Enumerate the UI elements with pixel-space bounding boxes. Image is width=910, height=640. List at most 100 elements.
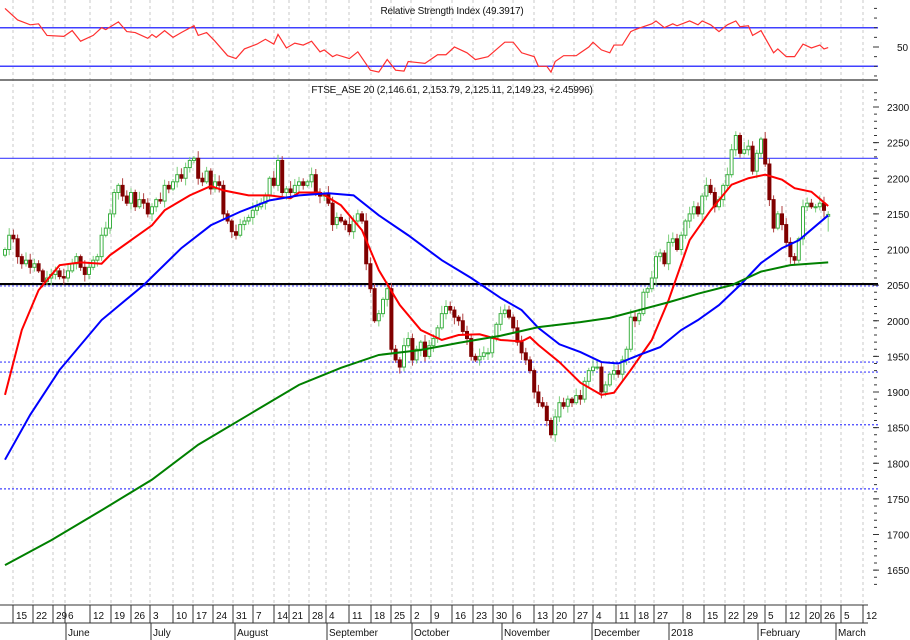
candle-down: [196, 151, 201, 185]
candle-body: [742, 149, 747, 154]
candle-body: [124, 195, 129, 204]
candle-body: [129, 192, 133, 204]
candle-up: [582, 377, 587, 403]
x-tick-label: 17: [196, 611, 208, 622]
candle-up: [477, 348, 482, 366]
candle-body: [393, 348, 398, 361]
rsi-panel: [0, 7, 878, 81]
candle-up: [175, 166, 180, 188]
candle-up: [305, 179, 310, 188]
candle-body: [406, 338, 411, 347]
candle-down: [28, 253, 33, 274]
candle-body: [15, 238, 20, 258]
price-tick-label: 1850: [887, 424, 910, 435]
candle-body: [439, 313, 444, 329]
candle-down: [578, 389, 583, 405]
candle-down: [708, 178, 713, 195]
candle-body: [725, 174, 730, 186]
candle-body: [557, 402, 562, 418]
candle-body: [179, 174, 184, 179]
candle-body: [549, 420, 553, 436]
candle-up: [162, 179, 167, 208]
x-tick-label: 21: [292, 611, 304, 622]
x-tick-label: 5: [844, 611, 850, 622]
price-tick-label: 1950: [887, 352, 910, 363]
candle-body: [780, 213, 784, 226]
candle-body: [490, 338, 495, 354]
candle-down: [507, 305, 511, 320]
candle-body: [591, 366, 595, 372]
candle-up: [70, 258, 75, 274]
candle-body: [217, 181, 222, 186]
candle-up: [742, 141, 747, 156]
candle-up: [66, 264, 70, 283]
candle-up: [292, 178, 297, 196]
candle-body: [234, 231, 238, 236]
candle-up: [775, 211, 780, 231]
x-tick-label: 29: [56, 611, 68, 622]
candle-up: [129, 188, 133, 210]
candle-body: [250, 209, 255, 218]
candle-down: [544, 401, 549, 427]
candle-body: [3, 249, 7, 256]
candle-body: [498, 313, 503, 325]
candle-down: [616, 364, 621, 378]
candle-up: [171, 178, 175, 192]
candle-up: [204, 166, 209, 184]
candle-up: [444, 300, 448, 320]
candle-body: [704, 184, 709, 197]
candle-up: [150, 203, 154, 221]
candle-body: [683, 220, 688, 236]
candle-body: [313, 174, 318, 193]
candle-body: [599, 366, 604, 393]
x-tick-label: 12: [93, 611, 105, 622]
candle-up: [670, 232, 675, 247]
candle-body: [452, 309, 457, 318]
candle-body: [40, 270, 45, 283]
candle-up: [213, 173, 217, 193]
candle-body: [297, 181, 301, 186]
candle-body: [578, 395, 583, 400]
candle-body: [246, 216, 251, 222]
stock-chart: 50 2300 2250 2200 2150 2100 2050 2000 1950 1900 18…: [0, 0, 910, 640]
candle-body: [515, 327, 520, 343]
candle-down: [301, 178, 306, 190]
candle-up: [238, 218, 243, 238]
candle-body: [595, 366, 600, 369]
price-tick-label: 1800: [887, 459, 910, 470]
candle-body: [675, 238, 679, 250]
candle-body: [19, 256, 24, 265]
candle-body: [99, 234, 104, 258]
candle-up: [586, 367, 591, 389]
candle-up: [553, 409, 558, 442]
candle-down: [280, 156, 285, 197]
candle-body: [162, 184, 167, 202]
candle-down: [11, 229, 16, 243]
candle-up: [154, 197, 159, 212]
x-tick-label: 23: [476, 611, 488, 622]
x-tick-label: 2: [414, 611, 420, 622]
candle-down: [145, 198, 150, 218]
candle-body: [729, 149, 734, 176]
candle-body: [511, 316, 516, 329]
candle-up: [607, 372, 612, 388]
candle-down: [343, 218, 348, 231]
candle-body: [658, 252, 663, 258]
candle-up: [700, 193, 705, 221]
candle-body: [444, 306, 448, 315]
candle-up: [74, 253, 79, 270]
candle-down: [36, 260, 41, 274]
x-tick-label: 16: [455, 611, 467, 622]
price-tick-label: 2100: [887, 246, 910, 257]
candle-up: [658, 248, 663, 262]
candle-body: [532, 370, 537, 393]
candle-body: [347, 224, 352, 233]
candle-body: [175, 174, 180, 183]
candle-up: [406, 332, 411, 348]
candle-body: [666, 241, 671, 265]
candle-down: [360, 211, 364, 224]
candle-body: [402, 345, 406, 368]
candle-up: [813, 203, 818, 213]
candle-body: [158, 199, 163, 202]
ma200-line: [4, 261, 829, 567]
